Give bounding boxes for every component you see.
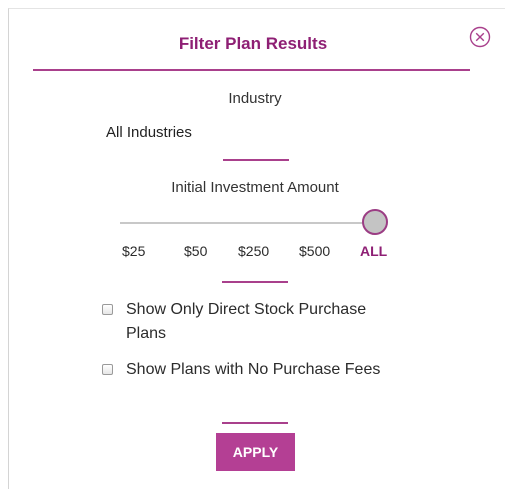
direct-stock-checkbox[interactable]	[102, 304, 113, 315]
slider-tick-label[interactable]: $25	[122, 243, 145, 259]
industry-label: Industry	[228, 90, 282, 107]
slider-tick-label[interactable]: $250	[238, 243, 269, 259]
section-divider	[222, 422, 288, 424]
no-fees-checkbox[interactable]	[102, 364, 113, 375]
close-button[interactable]	[469, 26, 491, 48]
investment-label: Initial Investment Amount	[171, 179, 339, 196]
apply-button[interactable]: APPLY	[216, 433, 295, 471]
title-divider	[33, 69, 470, 71]
investment-slider-track[interactable]	[120, 222, 378, 224]
no-fees-label[interactable]: Show Plans with No Purchase Fees	[126, 358, 396, 382]
section-divider	[222, 281, 288, 283]
industry-select[interactable]: All Industries	[106, 124, 192, 141]
slider-tick-label[interactable]: $500	[299, 243, 330, 259]
slider-tick-label-selected[interactable]: ALL	[360, 243, 387, 259]
investment-slider-thumb[interactable]	[362, 209, 388, 235]
direct-stock-label[interactable]: Show Only Direct Stock Purchase Plans	[126, 298, 396, 346]
dialog-title: Filter Plan Results	[178, 34, 328, 53]
close-circle-icon	[469, 26, 491, 48]
section-divider	[223, 159, 289, 161]
slider-tick-label[interactable]: $50	[184, 243, 207, 259]
